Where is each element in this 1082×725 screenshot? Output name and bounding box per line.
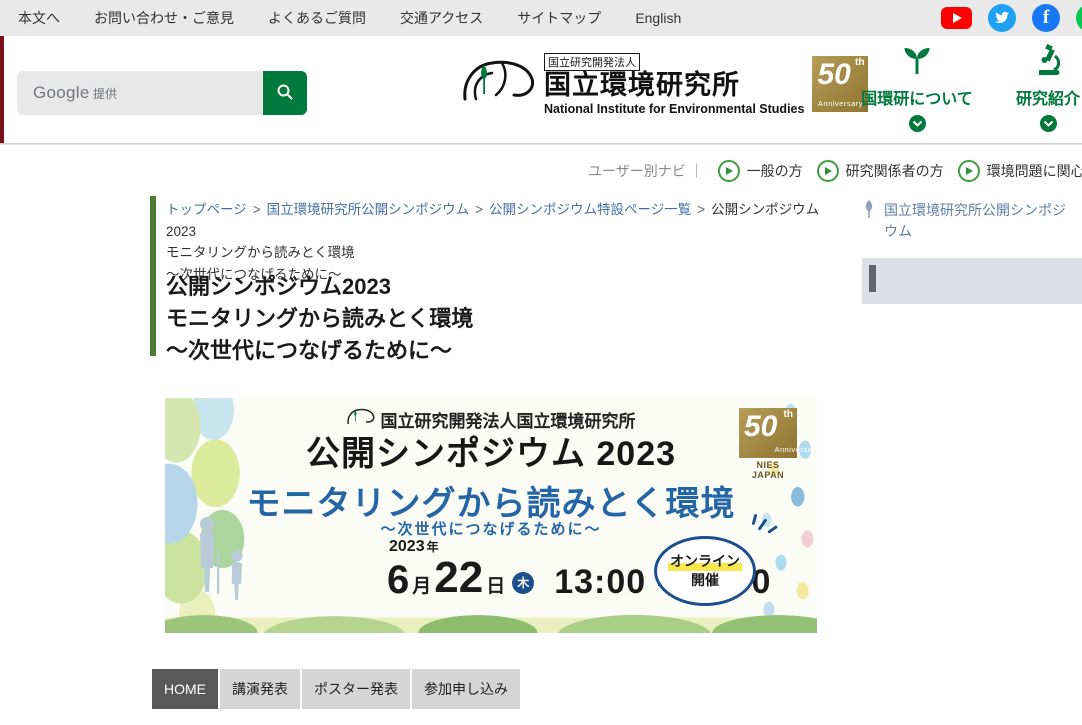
banner-anniversary-badge: 50 th Anniversary NIES JAPAN (739, 408, 797, 480)
header-divider (0, 143, 1082, 145)
org-type-label: 国立研究開発法人 (544, 53, 640, 71)
sidebar-panel[interactable] (862, 258, 1082, 304)
contact-link[interactable]: お問い合わせ・ご意見 (94, 8, 234, 28)
symposium-banner: 国立研究開発法人国立環境研究所 公開シンポジウム 2023 50 th Anni… (165, 398, 817, 633)
logo-text: 国立研究開発法人 国立環境研究所 National Institute for … (544, 53, 804, 116)
chevron-down-icon (909, 115, 926, 132)
left-edge-accent (0, 36, 4, 143)
play-circle-icon (718, 160, 740, 182)
top-utility-bar: 本文へ お問い合わせ・ご意見 よくあるご質問 交通アクセス サイトマップ Eng… (0, 0, 1082, 36)
page-title: 公開シンポジウム2023 モニタリングから読みとく環境 ～次世代につなげるために… (166, 271, 826, 367)
sitemap-link[interactable]: サイトマップ (517, 8, 601, 28)
utility-links: 本文へ お問い合わせ・ご意見 よくあるご質問 交通アクセス サイトマップ Eng… (18, 8, 681, 28)
user-type-nav: ユーザー別ナビ ｜ 一般の方 研究関係者の方 環境問題に関心のある方 (588, 160, 1082, 182)
right-sidebar: 国立環境研究所公開シンポジウム (862, 200, 1082, 304)
page-tabs: HOME 講演発表 ポスター発表 参加申し込み (152, 669, 520, 709)
faq-link[interactable]: よくあるご質問 (268, 8, 366, 28)
breadcrumb-current: モニタリングから読みとく環境 (166, 242, 826, 264)
header-nav-about[interactable]: 国環研について (852, 44, 982, 132)
site-header: Google 提供 国立研究開発法人 国立環境研究所 National Inst… (0, 36, 1082, 143)
play-circle-icon (817, 160, 839, 182)
online-badge: オンライン 開催 (654, 536, 756, 606)
line-icon[interactable] (1076, 4, 1082, 32)
access-link[interactable]: 交通アクセス (400, 8, 483, 28)
title-accent-bar (150, 196, 156, 356)
breadcrumb-link-special-pages[interactable]: 公開シンポジウム特設ページ一覧 (489, 202, 691, 217)
org-name-en: National Institute for Environmental Stu… (544, 102, 804, 116)
microscope-icon (1034, 44, 1062, 81)
english-link[interactable]: English (635, 10, 681, 26)
user-nav-interested[interactable]: 環境問題に関心のある方 (958, 160, 1082, 182)
search-icon (276, 83, 294, 104)
tab-home[interactable]: HOME (152, 669, 218, 709)
facebook-icon[interactable]: f (1032, 4, 1060, 32)
search-placeholder[interactable]: Google 提供 (33, 83, 263, 103)
user-nav-general[interactable]: 一般の方 (718, 160, 803, 182)
sprout-icon (902, 44, 932, 81)
tab-lectures[interactable]: 講演発表 (220, 669, 300, 709)
chevron-down-icon (1040, 115, 1057, 132)
sidebar-item-symposium[interactable]: 国立環境研究所公開シンポジウム (862, 200, 1076, 242)
org-name: 国立環境研究所 (544, 71, 804, 101)
breadcrumb-link-symposium[interactable]: 国立環境研究所公開シンポジウム (267, 202, 470, 217)
site-search[interactable]: Google 提供 (17, 71, 307, 115)
breadcrumb-link-home[interactable]: トップページ (166, 202, 247, 217)
banner-title: 公開シンポジウム 2023 (165, 426, 817, 475)
nies-logo-mark-icon (462, 55, 536, 114)
weekday-badge: 木 (512, 572, 534, 594)
tab-registration[interactable]: 参加申し込み (412, 669, 520, 709)
youtube-icon[interactable] (941, 7, 972, 29)
social-links: f (941, 0, 1082, 36)
sidebar-panel-marker (869, 265, 876, 292)
twitter-icon[interactable] (988, 4, 1016, 32)
skip-to-content-link[interactable]: 本文へ (18, 8, 60, 28)
tab-posters[interactable]: ポスター発表 (302, 669, 410, 709)
tree-icon (862, 200, 876, 242)
search-button[interactable] (263, 71, 307, 115)
banner-subtitle: ～次世代につなげるために～ (165, 518, 817, 539)
play-circle-icon (958, 160, 980, 182)
user-nav-label: ユーザー別ナビ ｜ (588, 161, 704, 181)
user-nav-researchers[interactable]: 研究関係者の方 (817, 160, 944, 182)
header-nav-research[interactable]: 研究紹介 (1008, 44, 1082, 132)
site-logo[interactable]: 国立研究開発法人 国立環境研究所 National Institute for … (462, 53, 868, 116)
